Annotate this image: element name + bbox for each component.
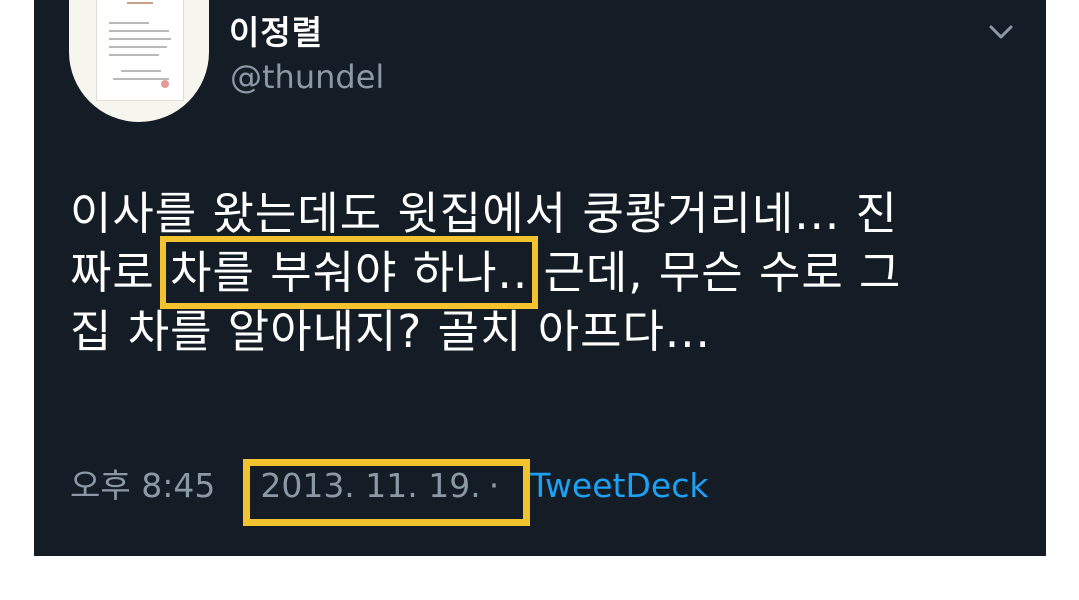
tweet-line-3: 집 차를 알아내지? 골치 아프다... <box>70 302 1020 361</box>
avatar[interactable] <box>69 0 209 122</box>
highlighted-phrase: 차를 부숴야 하나.. <box>160 236 539 309</box>
tweet-time: 오후 8:45 <box>70 466 216 505</box>
tweet-line-2-after: 근데, 무슨 수로 그 <box>528 246 902 299</box>
tweet-line-1-text: 이사를 왔는데도 윗집에서 쿵쾅거리네... 진 <box>70 187 898 240</box>
tweet-line-1: 이사를 왔는데도 윗집에서 쿵쾅거리네... 진 <box>70 184 1020 243</box>
display-name[interactable]: 이정렬 <box>229 6 323 54</box>
meta-separator: · <box>488 466 500 505</box>
tweet-date[interactable]: 2013. 11. 19. <box>260 466 480 505</box>
tweet-meta: 오후 8:45 2013. 11. 19. · TweetDeck <box>70 459 708 534</box>
tweet-source-link[interactable]: TweetDeck <box>530 466 708 505</box>
date-highlight-box: 2013. 11. 19. · <box>243 459 531 526</box>
tweet-line-3-text: 집 차를 알아내지? 골치 아프다... <box>70 305 711 358</box>
tweet-card: 이정렬 @thundel 이사를 왔는데도 윗집에서 쿵쾅거리네... 진 짜로… <box>34 0 1046 556</box>
tweet-text: 이사를 왔는데도 윗집에서 쿵쾅거리네... 진 짜로 차를 부숴야 하나.. … <box>70 184 1020 361</box>
tweet-line-2: 짜로 차를 부숴야 하나.. 근데, 무슨 수로 그 <box>70 236 1020 309</box>
user-handle[interactable]: @thundel <box>230 58 384 96</box>
certificate-document-icon <box>97 0 183 100</box>
tweet-line-2-before: 짜로 <box>70 246 171 299</box>
chevron-down-icon[interactable] <box>986 22 1016 42</box>
